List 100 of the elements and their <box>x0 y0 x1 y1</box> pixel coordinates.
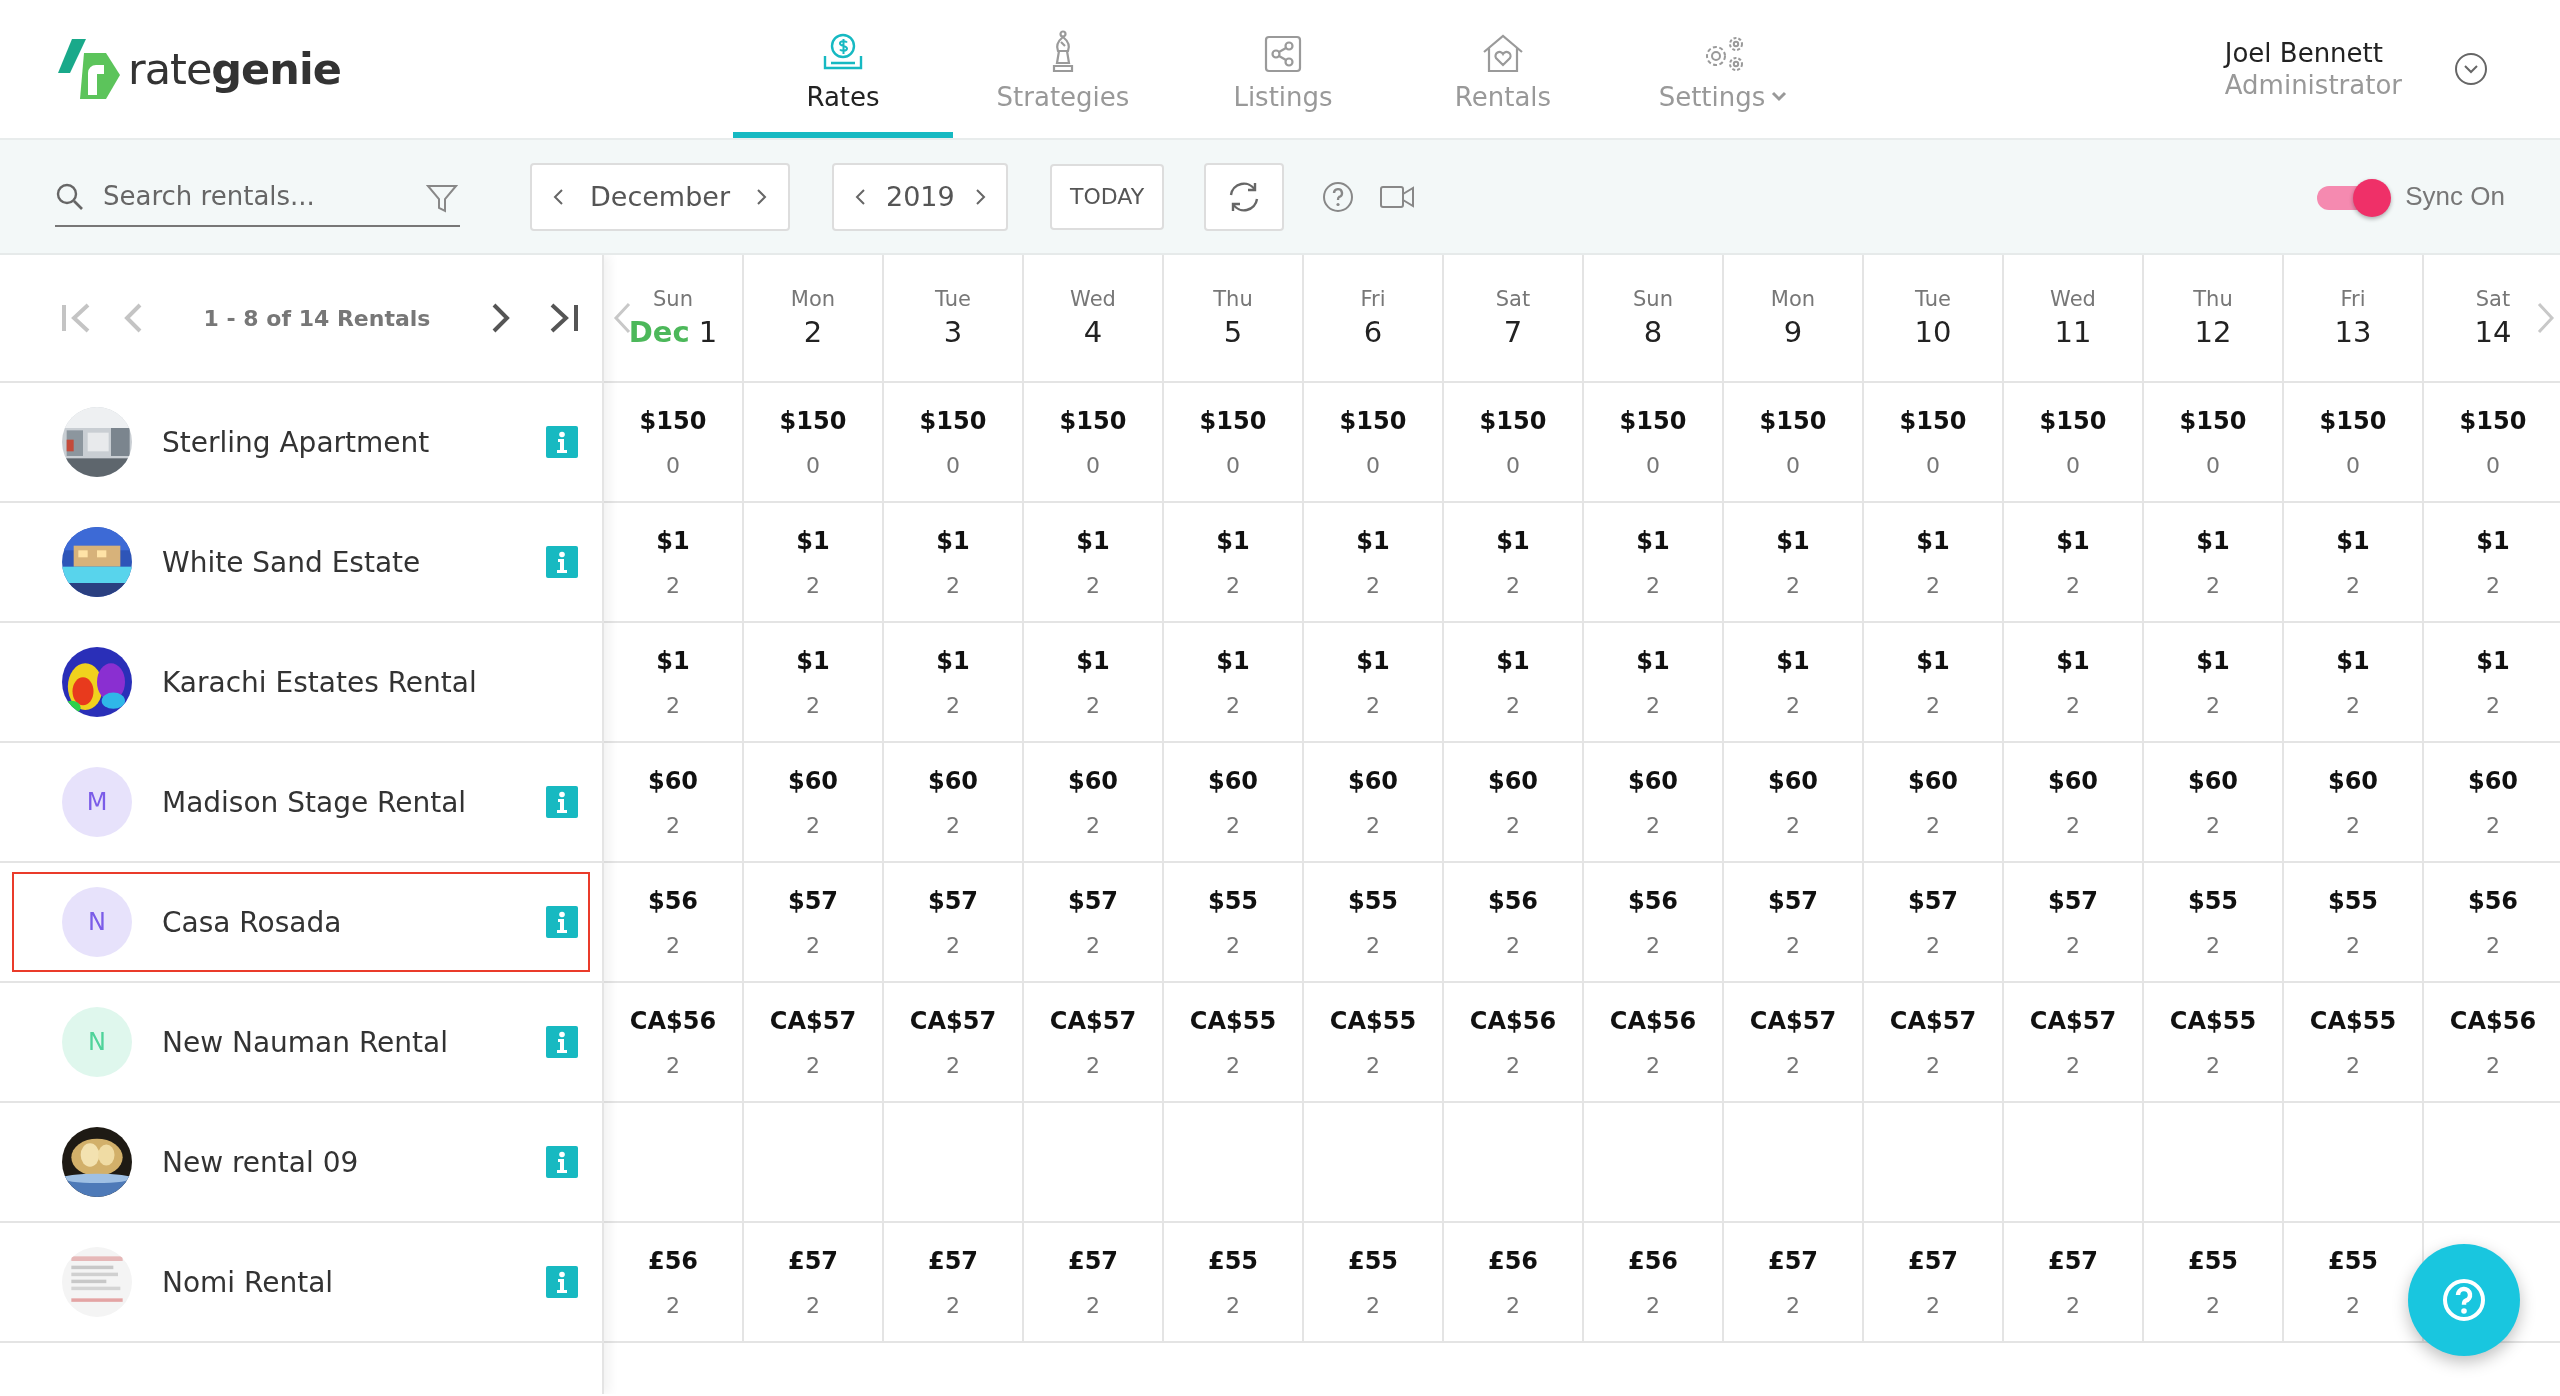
date-label: 3 <box>943 315 963 349</box>
info-button[interactable] <box>546 426 578 458</box>
info-button[interactable] <box>546 546 578 578</box>
info-icon <box>546 1266 578 1298</box>
weekday-label: Tue <box>935 287 971 311</box>
rate-count: 2 <box>1926 932 1940 958</box>
rate-count: 2 <box>1786 692 1800 718</box>
last-page-button[interactable] <box>548 301 580 335</box>
rate-count: 2 <box>1366 1292 1380 1318</box>
rental-name: New rental 09 <box>162 1145 360 1179</box>
rate-price: $56 <box>1627 886 1679 915</box>
rate-count: 2 <box>946 1052 960 1078</box>
chevron-right-icon <box>2536 301 2556 335</box>
rate-count: 2 <box>946 932 960 958</box>
rate-price: CA$55 <box>2309 1006 2397 1035</box>
rate-count: 2 <box>2066 932 2080 958</box>
rate-count: 0 <box>2346 452 2360 478</box>
info-icon <box>546 426 578 458</box>
rate-count: 2 <box>2206 812 2220 838</box>
rental-row[interactable]: N Casa Rosada <box>12 872 590 972</box>
date-label: 10 <box>1914 315 1952 349</box>
rental-row[interactable]: Karachi Estates Rental <box>12 632 590 732</box>
date-label: 14 <box>2474 315 2512 349</box>
refresh-button[interactable] <box>1204 162 1285 231</box>
rate-count: 2 <box>1366 692 1380 718</box>
rate-price: $60 <box>1067 766 1119 795</box>
help-button[interactable] <box>1322 180 1355 213</box>
info-icon <box>546 786 578 818</box>
help-chat-button[interactable] <box>2408 1244 2520 1356</box>
rate-price: $1 <box>1776 526 1810 555</box>
month-picker[interactable]: December <box>530 162 790 231</box>
rate-price: £57 <box>927 1246 979 1275</box>
rate-count: 0 <box>1226 452 1240 478</box>
rental-row[interactable]: New rental 09 <box>12 1112 590 1212</box>
rate-price: $60 <box>2187 766 2239 795</box>
rental-row[interactable]: Sterling Apartment <box>12 392 590 492</box>
rate-count: 2 <box>806 692 820 718</box>
rate-count: 2 <box>1926 812 1940 838</box>
rate-count: 2 <box>946 692 960 718</box>
rate-count: 2 <box>2346 572 2360 598</box>
rental-row[interactable]: N New Nauman Rental <box>12 992 590 1092</box>
rate-count: 2 <box>2066 812 2080 838</box>
rate-price: $57 <box>1767 886 1819 915</box>
rate-count: 2 <box>2486 932 2500 958</box>
rental-name: Sterling Apartment <box>162 425 431 459</box>
rate-price: $60 <box>1207 766 1259 795</box>
rate-price: £56 <box>1627 1246 1679 1275</box>
rate-count: 2 <box>1786 932 1800 958</box>
rate-count: 2 <box>1086 572 1100 598</box>
weekday-label: Wed <box>1070 287 1116 311</box>
rate-count: 2 <box>666 1052 680 1078</box>
rate-price: £57 <box>2047 1246 2099 1275</box>
user-menu-button[interactable] <box>2454 52 2488 86</box>
sync-toggle[interactable] <box>2317 178 2392 215</box>
rate-price: $60 <box>1347 766 1399 795</box>
rate-count: 2 <box>1926 1052 1940 1078</box>
scroll-left-button[interactable] <box>612 301 632 335</box>
house-heart-icon <box>1481 32 1525 74</box>
info-button[interactable] <box>546 906 578 938</box>
rate-count: 0 <box>1786 452 1800 478</box>
rental-name: White Sand Estate <box>162 545 422 579</box>
rate-price: CA$57 <box>909 1006 997 1035</box>
rate-price: $1 <box>1216 646 1250 675</box>
rate-count: 2 <box>1506 1052 1520 1078</box>
rate-price: $150 <box>1339 406 1407 435</box>
video-camera-icon <box>1380 184 1415 209</box>
rate-price: $55 <box>1347 886 1399 915</box>
rental-row[interactable]: Nomi Rental <box>12 1232 590 1332</box>
rate-price: £57 <box>787 1246 839 1275</box>
next-page-button[interactable] <box>490 301 512 335</box>
date-label: 11 <box>2054 315 2092 349</box>
rate-count: 2 <box>2066 1052 2080 1078</box>
info-button[interactable] <box>546 1026 578 1058</box>
rate-count: 2 <box>1646 692 1660 718</box>
search-field[interactable]: Search rentals... <box>55 166 460 227</box>
date-label: 6 <box>1363 315 1383 349</box>
info-button[interactable] <box>546 1146 578 1178</box>
rate-count: 2 <box>1226 1292 1240 1318</box>
rental-row[interactable]: M Madison Stage Rental <box>12 752 590 852</box>
chevron-down-icon <box>2454 52 2488 86</box>
rate-price: $1 <box>2056 526 2090 555</box>
rate-count: 2 <box>2346 1052 2360 1078</box>
rate-price: $1 <box>1076 526 1110 555</box>
today-button[interactable]: TODAY <box>1050 163 1165 230</box>
video-button[interactable] <box>1380 184 1415 209</box>
rate-price: $1 <box>2196 646 2230 675</box>
date-label: 13 <box>2334 315 2372 349</box>
rental-row[interactable]: White Sand Estate <box>12 512 590 612</box>
info-button[interactable] <box>546 1266 578 1298</box>
first-page-icon <box>60 301 92 335</box>
rate-price: $1 <box>1776 646 1810 675</box>
rate-count: 2 <box>1926 572 1940 598</box>
rate-count: 2 <box>1226 812 1240 838</box>
info-button[interactable] <box>546 786 578 818</box>
rate-count: 2 <box>806 812 820 838</box>
scroll-right-button[interactable] <box>2536 301 2556 335</box>
weekday-label: Mon <box>1770 287 1816 311</box>
rate-price: CA$55 <box>2169 1006 2257 1035</box>
rate-count: 2 <box>1226 1052 1240 1078</box>
year-picker[interactable]: 2019 <box>832 162 1008 231</box>
